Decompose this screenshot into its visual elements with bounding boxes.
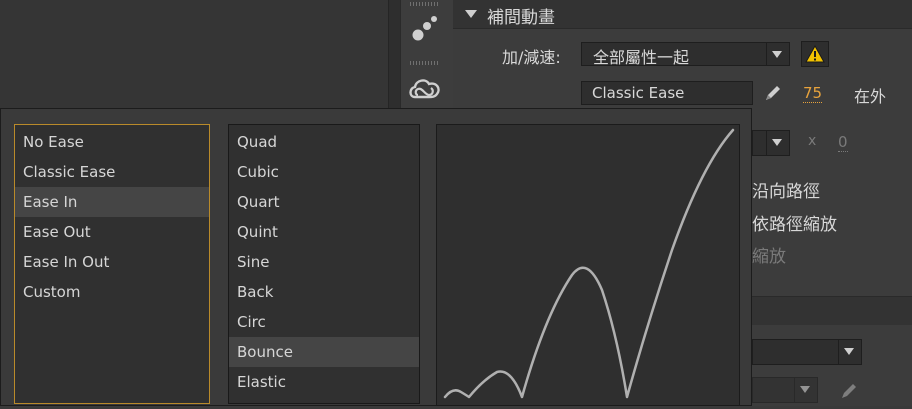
list-item-quart[interactable]: Quart <box>229 187 419 217</box>
list-item-sine[interactable]: Sine <box>229 247 419 277</box>
list-item-ease-in-out[interactable]: Ease In Out <box>15 247 209 277</box>
motion-dots-icon[interactable] <box>410 14 440 44</box>
list-item-quad[interactable]: Quad <box>229 127 419 157</box>
section-title: 補間動畫 <box>487 8 555 28</box>
dropdown-arrow-icon <box>766 43 789 65</box>
grip-handle[interactable] <box>410 61 440 65</box>
ease-curve-preview <box>436 124 740 406</box>
list-item-quint[interactable]: Quint <box>229 217 419 247</box>
ease-scope-value: 全部屬性一起 <box>593 48 690 67</box>
dropdown-arrow-icon <box>838 340 861 364</box>
scale-label: 縮放 <box>752 247 786 267</box>
lower-dropdown[interactable] <box>752 339 862 365</box>
list-item-ease-in[interactable]: Ease In <box>15 187 209 217</box>
pencil-icon <box>838 380 860 402</box>
list-item-cubic[interactable]: Cubic <box>229 157 419 187</box>
list-item-bounce[interactable]: Bounce <box>229 337 419 367</box>
x-value[interactable]: 0 <box>838 133 848 152</box>
stage-area <box>0 0 388 108</box>
ease-label: 加/減速: <box>502 48 561 67</box>
list-item-ease-out[interactable]: Ease Out <box>15 217 209 247</box>
disabled-dropdown <box>752 377 818 403</box>
bounce-curve-line <box>443 128 735 399</box>
list-item-no-ease[interactable]: No Ease <box>15 127 209 157</box>
ease-amount[interactable]: 75 <box>803 84 823 103</box>
subsection-header[interactable] <box>752 297 912 325</box>
dropdown-arrow-icon <box>766 131 789 155</box>
scale-along-path-label[interactable]: 依路徑縮放 <box>752 210 837 235</box>
bounce-curve-graph <box>443 128 735 399</box>
collapse-triangle-icon[interactable] <box>465 10 477 18</box>
ease-direction[interactable]: 在外 <box>854 83 886 107</box>
ease-type-field[interactable]: Classic Ease <box>581 81 753 105</box>
list-item-circ[interactable]: Circ <box>229 307 419 337</box>
ease-type-list[interactable]: No Ease Classic Ease Ease In Ease Out Ea… <box>14 124 210 404</box>
ease-curve-list[interactable]: Quad Cubic Quart Quint Sine Back Circ Bo… <box>228 124 420 404</box>
creative-cloud-icon[interactable] <box>407 75 443 103</box>
pencil-icon[interactable] <box>762 82 784 104</box>
grip-handle[interactable] <box>410 2 440 6</box>
list-item-custom[interactable]: Custom <box>15 277 209 307</box>
ease-type-value: Classic Ease <box>592 84 685 102</box>
orient-to-path-label[interactable]: 沿向路徑 <box>752 177 820 202</box>
list-item-elastic[interactable]: Elastic <box>229 367 419 397</box>
list-item-back[interactable]: Back <box>229 277 419 307</box>
list-item-classic-ease[interactable]: Classic Ease <box>15 157 209 187</box>
dropdown-arrow-icon <box>794 378 817 402</box>
background-dropdown[interactable] <box>752 130 790 156</box>
x-label: x <box>808 133 817 149</box>
warning-icon[interactable] <box>801 41 829 67</box>
ease-scope-dropdown[interactable]: 全部屬性一起 <box>581 42 790 67</box>
